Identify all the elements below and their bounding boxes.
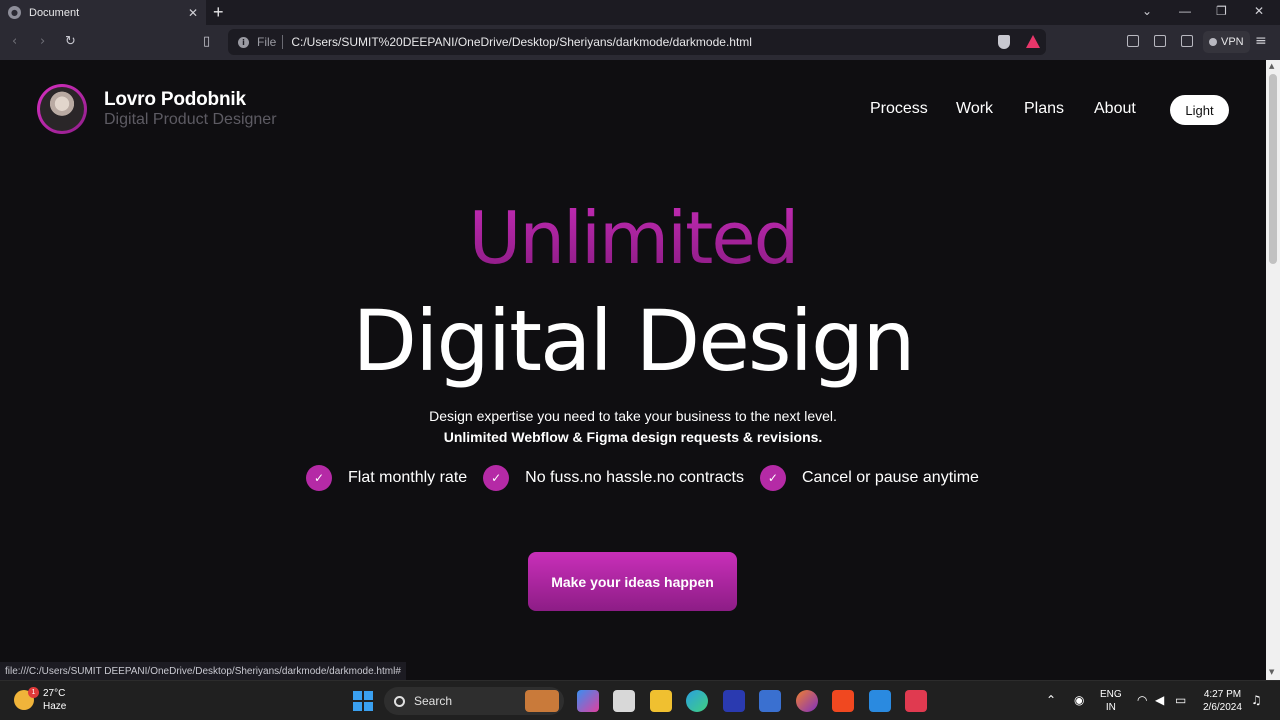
store-icon[interactable] [759,690,781,712]
app-l-icon[interactable] [723,690,745,712]
time: 4:27 PM [1203,689,1242,700]
avatar-photo [40,87,84,131]
nav-plans[interactable]: Plans [1024,100,1064,118]
status-bar-url: file:///C:/Users/SUMIT DEEPANI/OneDrive/… [0,662,406,680]
back-icon[interactable]: ‹ [12,34,17,49]
scroll-down-icon[interactable]: ▼ [1269,668,1274,676]
weather-icon: 1 [14,687,39,710]
volume-icon[interactable]: ◀ [1155,693,1164,707]
microphone-icon[interactable]: ◉ [1074,693,1084,707]
feature-label: Cancel or pause anytime [801,469,979,486]
hero-title-main: Digital Design [352,292,915,390]
brave-icon[interactable] [832,690,854,712]
url-separator [282,35,284,49]
nav-process[interactable]: Process [870,100,928,118]
region-code: IN [1105,702,1116,713]
vpn-status-icon [1209,38,1217,46]
url-scheme-label: File [257,35,277,49]
search-label: Search [414,694,453,708]
nav-about[interactable]: About [1094,100,1136,118]
hero-title-top: Unlimited [0,196,1266,280]
file-explorer-icon[interactable] [650,690,672,712]
info-icon[interactable]: i [238,36,249,48]
weather-text: 27°C Haze [43,687,66,713]
language-code: ENG [1100,689,1122,700]
avatar [37,84,87,134]
language-indicator[interactable]: ENG IN [1100,688,1122,714]
check-icon: ✓ [483,465,510,491]
feature-label: No fuss.no hassle.no contracts [525,469,744,486]
close-tab-icon[interactable]: ✕ [188,6,198,20]
close-window-icon[interactable]: ✕ [1254,4,1264,18]
feature-item: ✓ Cancel or pause anytime [759,465,979,491]
theme-toggle-button[interactable]: Light [1170,95,1229,125]
url-text[interactable]: C:/Users/SUMIT%20DEEPANI/OneDrive/Deskto… [291,35,752,49]
hero-subtitle-bold: Unlimited Webflow & Figma design request… [443,429,823,445]
address-bar[interactable]: i File C:/Users/SUMIT%20DEEPANI/OneDrive… [228,29,1046,55]
brave-rewards-icon[interactable] [1026,35,1040,48]
start-icon[interactable] [353,691,373,711]
notification-bell-icon[interactable]: ♫ [1251,693,1262,707]
page-scrollbar[interactable]: ▲ ▼ [1266,60,1280,680]
new-tab-button[interactable]: + [213,2,224,23]
scroll-thumb[interactable] [1269,74,1277,264]
hero-subtitle: Design expertise you need to take your b… [429,408,837,424]
browser-tab[interactable]: ● Document ✕ [0,0,206,25]
feature-list: ✓ Flat monthly rate ✓ No fuss.no hassle.… [306,465,995,491]
check-icon: ✓ [306,465,332,491]
weather-widget[interactable]: 1 27°C Haze [14,687,66,713]
clock[interactable]: 4:27 PM 2/6/2024 [1203,688,1242,714]
cta-button[interactable]: Make your ideas happen [528,552,737,611]
date: 2/6/2024 [1203,702,1242,713]
battery-icon[interactable]: ▭ [1175,693,1186,707]
search-icon [394,695,405,707]
forward-icon[interactable]: › [40,34,45,49]
menu-icon[interactable]: ≡ [1255,33,1267,49]
vpn-label: VPN [1221,36,1244,48]
wifi-icon[interactable]: ◠ [1137,693,1147,707]
browser-toolbar: ‹ › ↻ ▯ i File C:/Users/SUMIT%20DEEPANI/… [0,25,1280,60]
taskbar: 1 27°C Haze Search ⌃ ◉ ENG IN ◠ ◀ ▭ 4:27… [0,680,1280,720]
edge-icon[interactable] [686,690,708,712]
temperature: 27°C [43,688,66,699]
copilot-icon[interactable] [577,690,599,712]
browser-tab-bar: ● Document ✕ + ⌄ — ❐ ✕ [0,0,1280,25]
chevron-up-icon[interactable]: ⌃ [1046,693,1056,707]
wallet-icon[interactable] [1181,35,1193,47]
check-icon: ✓ [759,465,786,491]
feature-label: Flat monthly rate [348,469,468,486]
globe-icon: ● [8,6,21,19]
minimize-icon[interactable]: — [1179,4,1191,18]
recorder-icon[interactable] [905,690,927,712]
weather-badge: 1 [28,687,39,698]
bookmark-icon[interactable]: ▯ [203,34,210,49]
feature-item: ✓ Flat monthly rate [306,465,467,491]
chevron-down-icon[interactable]: ⌄ [1142,4,1152,18]
brave-shield-icon[interactable] [998,35,1010,49]
task-view-icon[interactable] [613,690,635,712]
brand-role: Digital Product Designer [104,111,277,128]
brand-name: Lovro Podobnik [104,89,246,110]
news-widget-icon[interactable] [525,690,559,712]
restore-icon[interactable]: ❐ [1216,4,1227,18]
feature-item: ✓ No fuss.no hassle.no contracts [483,465,744,491]
vpn-button[interactable]: VPN [1203,31,1250,53]
extensions-icon[interactable] [1127,35,1139,47]
nav-work[interactable]: Work [956,100,993,118]
sidebar-icon[interactable] [1154,35,1166,47]
weather-condition: Haze [43,701,67,712]
reload-icon[interactable]: ↻ [65,34,76,49]
scroll-up-icon[interactable]: ▲ [1269,62,1274,70]
vscode-icon[interactable] [869,690,891,712]
tab-title: Document [29,6,80,19]
firefox-icon[interactable] [796,690,818,712]
